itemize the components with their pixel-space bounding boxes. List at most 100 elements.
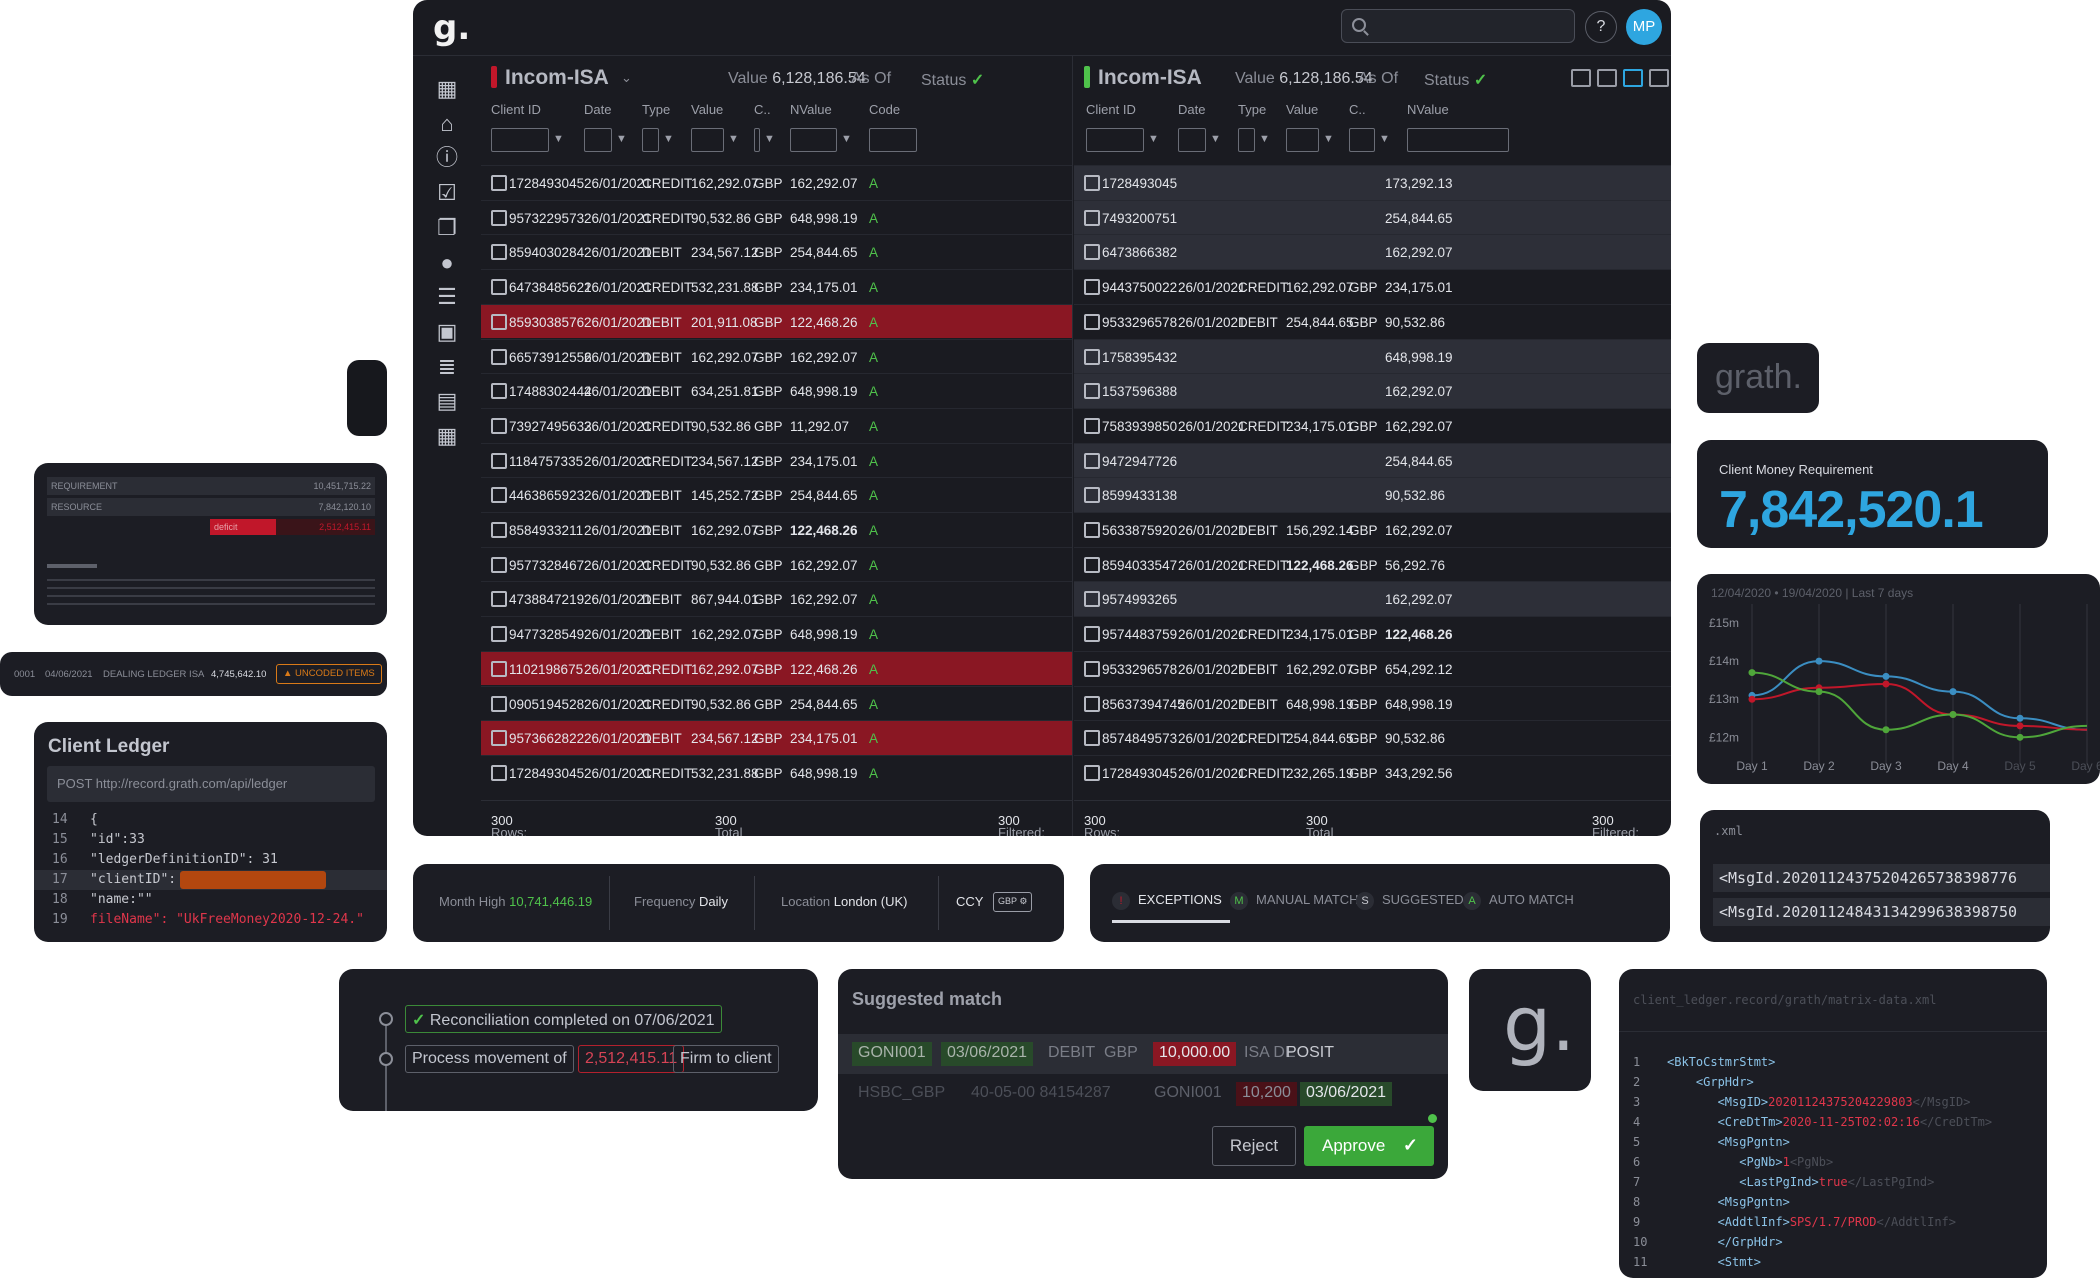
layout-columns-icon[interactable] [1623,69,1643,87]
filter-dropdown-icon[interactable]: ▼ [616,133,627,145]
pane-title[interactable]: Incom-ISA [505,66,609,90]
table-row[interactable]: 8584933211 26/01/2021 DEBIT 162,292.07 GBP 12… [481,512,1072,547]
layout-split-horizontal-icon[interactable] [1649,69,1669,87]
table-row[interactable]: 1537596388 162,292.07 [1074,373,1671,408]
filter-dropdown-icon[interactable]: ▼ [663,133,674,145]
column-header[interactable]: Date [1178,102,1205,117]
filter-dropdown-icon[interactable]: ▼ [728,133,739,145]
table-row[interactable]: 9533296578 26/01/2021 DEBIT 254,844.65 GBP 90… [1074,303,1671,339]
table-row[interactable]: 1102198675 26/01/2021 CREDIT 162,292.07 GBP 1… [481,650,1072,686]
filter-dropdown-icon[interactable]: ▼ [1148,133,1159,145]
table-row[interactable]: 8594033547 26/01/2021 CREDIT 122,468.26 GBP 5… [1074,546,1671,582]
column-header[interactable]: Client ID [1086,102,1136,117]
row-checkbox[interactable] [491,487,507,504]
table-row[interactable]: 1184757335 26/01/2021 CREDIT 234,567.12 GBP 2… [481,442,1072,478]
dashboard-icon[interactable]: ▦ [434,76,460,102]
row-checkbox[interactable] [1084,209,1100,226]
tab-manual-match[interactable]: M MANUAL MATCH [1230,892,1359,910]
api-url[interactable]: POST http://record.grath.com/api/ledger [47,766,375,802]
pane-asof[interactable]: As Of [1358,70,1398,88]
row-checkbox[interactable] [491,452,507,469]
suggested-match-row[interactable]: GONI001 03/06/2021 DEBIT GBP 10,000.00 I… [838,1034,1448,1123]
column-header[interactable]: Type [1238,102,1266,117]
row-checkbox[interactable] [1084,383,1100,400]
tab-suggested[interactable]: S SUGGESTED [1356,892,1464,910]
row-checkbox[interactable] [1084,556,1100,573]
column-filter-input[interactable] [1086,128,1144,152]
row-checkbox[interactable] [491,764,507,781]
column-header[interactable]: NValue [790,102,832,117]
row-checkbox[interactable] [491,556,507,573]
row-checkbox[interactable] [491,383,507,400]
table-row[interactable]: 1728493045 26/01/2021 CREDIT 532,231.88 GBP 6… [481,754,1072,790]
column-filter-input[interactable] [584,128,612,152]
pane-asof[interactable]: As Of [851,70,891,88]
row-checkbox[interactable] [491,348,507,365]
pane-status[interactable]: Status ✓ [1424,70,1487,90]
table-row[interactable]: 85637394745 26/01/2021 DEBIT 648,998.19 GBP 6… [1074,685,1671,721]
copy-stack-icon[interactable]: ❐ [434,215,460,241]
table-row[interactable]: 6473866382 162,292.07 [1074,234,1671,270]
table-row[interactable]: 9533296578 26/01/2021 DEBIT 162,292.07 GBP 65… [1074,650,1671,686]
table-row[interactable]: 1728493045 173,292.13 [1074,165,1671,200]
chevron-down-icon[interactable]: ⌄ [621,70,632,86]
ccy-settings-badge[interactable]: GBP ⚙ [993,892,1033,912]
row-checkbox[interactable] [1084,764,1100,781]
column-header[interactable]: Value [1286,102,1318,117]
row-checkbox[interactable] [1084,348,1100,365]
table-row[interactable]: 9472947726 254,844.65 [1074,442,1671,478]
row-checkbox[interactable] [1084,313,1100,330]
column-header[interactable]: Client ID [491,102,541,117]
layout-rows-icon[interactable] [1597,69,1617,87]
table-row[interactable]: 9573662822 26/01/2021 DEBIT 234,567.12 GBP 23… [481,720,1072,755]
row-checkbox[interactable] [491,175,507,191]
document-icon[interactable]: ▤ [434,388,460,414]
table-row[interactable]: 9443750022 26/01/2021 CREDIT 162,292.07 GBP 2… [1074,269,1671,304]
list-icon[interactable]: ☰ [434,284,460,310]
table-row[interactable]: 1728493045 26/01/2021 CREDIT 162,292.07 GBP 1… [481,165,1072,200]
column-filter-input[interactable] [869,128,917,152]
tab-auto-match[interactable]: A AUTO MATCH [1463,892,1574,910]
table-row[interactable]: 8574849573 26/01/2021 CREDIT 254,844.65 GBP 9… [1074,720,1671,755]
row-checkbox[interactable] [1084,730,1100,747]
column-filter-input[interactable] [1349,128,1375,152]
table-row[interactable]: 4463865923 26/01/2021 DEBIT 145,252.72 GBP 25… [481,477,1072,512]
row-checkbox[interactable] [1084,417,1100,434]
row-checkbox[interactable] [491,522,507,538]
column-filter-input[interactable] [642,128,659,152]
uncoded-items-badge[interactable]: ▲ UNCODED ITEMS [276,664,382,684]
column-filter-input[interactable] [691,128,724,152]
table-grid-icon[interactable]: ▦ [434,423,460,449]
table-row[interactable]: 64738485621 26/01/2021 CREDIT 532,231.88 GBP… [481,269,1072,304]
pane-status[interactable]: Status ✓ [921,70,984,90]
table-row[interactable]: 9577328467 26/01/2021 CREDIT 90,532.86 GBP 16… [481,546,1072,582]
row-checkbox[interactable] [1084,487,1100,504]
table-row[interactable]: 9573229573 26/01/2021 CREDIT 90,532.86 GBP 64… [481,199,1072,235]
filter-dropdown-icon[interactable]: ▼ [1210,133,1221,145]
column-filter-input[interactable] [1407,128,1509,152]
clipboard-info-icon[interactable]: ⓘ [434,145,460,171]
table-row[interactable]: 9574483759 26/01/2021 CREDIT 234,175.01 GBP 1… [1074,616,1671,651]
tab-exceptions[interactable]: ! EXCEPTIONS [1112,892,1222,910]
column-header[interactable]: Value [691,102,723,117]
table-row[interactable]: 8599433138 90,532.86 [1074,477,1671,512]
pane-title[interactable]: Incom-ISA [1098,66,1202,90]
column-header[interactable]: Code [869,102,900,117]
column-header[interactable]: NValue [1407,102,1449,117]
table-row[interactable]: 4738847219 26/01/2021 DEBIT 867,944.01 GBP 16… [481,581,1072,616]
column-filter-input[interactable] [491,128,549,152]
column-filter-input[interactable] [1238,128,1255,152]
table-row[interactable]: 7583939850 26/01/2021 CREDIT 234,175.01 GBP 1… [1074,407,1671,443]
xml-message-row[interactable]: <MsgId.20201124843134299638398750 [1713,898,2050,926]
row-checkbox[interactable] [1084,522,1100,538]
table-row[interactable]: 66573912556 26/01/2021 DEBIT 162,292.07 GBP 1… [481,338,1072,374]
table-row[interactable]: 9477328549 26/01/2021 DEBIT 162,292.07 GBP 64… [481,616,1072,651]
row-checkbox[interactable] [491,591,507,608]
suggested-match-row[interactable]: HSBC_GBP 40-05-00 84154287 GONI001 10,20… [838,1074,1448,1114]
row-checkbox[interactable] [1084,175,1100,191]
column-header[interactable]: C.. [1349,102,1366,117]
column-filter-input[interactable] [1286,128,1319,152]
filter-dropdown-icon[interactable]: ▼ [1259,133,1270,145]
filter-dropdown-icon[interactable]: ▼ [1379,133,1390,145]
filter-dropdown-icon[interactable]: ▼ [1323,133,1334,145]
